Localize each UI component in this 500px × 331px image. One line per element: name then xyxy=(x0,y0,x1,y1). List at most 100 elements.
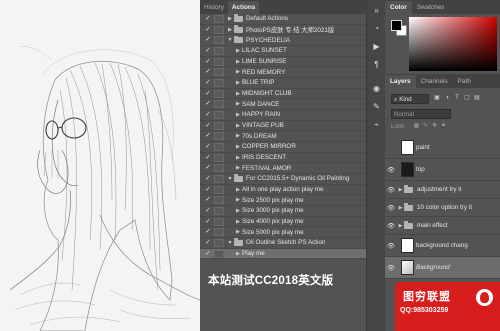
action-row[interactable]: ✓ ▶ Play me xyxy=(200,248,384,260)
chevron-right-icon[interactable]: ▶ xyxy=(234,123,242,129)
blend-mode-select[interactable]: Normal xyxy=(391,109,451,119)
chevron-right-icon[interactable]: ▶ xyxy=(226,16,234,22)
action-row[interactable]: ✓ ▶ MIDNIGHT CLUB xyxy=(200,89,384,100)
toggle-item-checkbox[interactable]: ✓ xyxy=(203,174,213,184)
toggle-dialog-box[interactable] xyxy=(214,174,224,183)
action-row[interactable]: ✓ ▶ 70s DREAM xyxy=(200,131,384,143)
action-row[interactable]: ✓ ▶ VINTAGE PUB xyxy=(200,121,384,132)
paragraph-icon[interactable]: ¶ xyxy=(370,58,383,71)
chevron-right-icon[interactable]: ▶ xyxy=(234,80,242,86)
layer-row[interactable]: paint xyxy=(385,137,500,159)
toggle-item-checkbox[interactable]: ✓ xyxy=(203,153,213,163)
paths-icon[interactable]: ⌁ xyxy=(370,118,383,131)
chevron-down-icon[interactable]: ▼ xyxy=(226,240,234,246)
toggle-dialog-box[interactable] xyxy=(214,206,224,215)
chevron-right-icon[interactable]: ▶ xyxy=(234,101,242,107)
tab-history[interactable]: History xyxy=(200,1,228,14)
document-canvas[interactable] xyxy=(0,0,200,331)
toggle-dialog-box[interactable] xyxy=(214,110,224,119)
action-row[interactable]: ✓ ▶ FESTIVAL AMOR xyxy=(200,163,384,175)
chevron-right-icon[interactable]: ▶ xyxy=(397,187,404,193)
chevron-right-icon[interactable]: ▶ xyxy=(397,223,404,229)
action-set-row[interactable]: ✓ ▶ PhotoPS皮肤 专 结 大师2021版 xyxy=(200,25,384,36)
toggle-dialog-box[interactable] xyxy=(214,36,224,45)
chevron-right-icon[interactable]: ▶ xyxy=(226,27,234,33)
toggle-dialog-box[interactable] xyxy=(214,46,224,55)
tab-layers[interactable]: Layers xyxy=(385,75,416,88)
tab-channels[interactable]: Channels xyxy=(416,75,453,88)
chevron-right-icon[interactable]: ▶ xyxy=(234,197,242,203)
lock-paint-icon[interactable]: ✎ xyxy=(422,122,429,130)
toggle-dialog-box[interactable] xyxy=(214,142,224,151)
history-panel-icon[interactable]: ◔ xyxy=(370,22,383,35)
toggle-dialog-box[interactable] xyxy=(214,25,224,34)
chevron-right-icon[interactable]: ▶ xyxy=(234,59,242,65)
chevron-right-icon[interactable]: ▶ xyxy=(234,133,242,139)
chevron-right-icon[interactable]: ▶ xyxy=(234,69,242,75)
toggle-item-checkbox[interactable]: ✓ xyxy=(203,67,213,77)
toggle-dialog-box[interactable] xyxy=(214,153,224,162)
layer-group-row[interactable]: 👁︎ ▶ main effect xyxy=(385,217,500,235)
toggle-dialog-box[interactable] xyxy=(214,164,224,173)
chevron-right-icon[interactable]: ▶ xyxy=(234,219,242,225)
action-row[interactable]: ✓ ▶ SAM DANCE xyxy=(200,99,384,111)
toggle-item-checkbox[interactable]: ✓ xyxy=(203,185,213,195)
action-row[interactable]: ✓ ▶ All in one play action play me xyxy=(200,185,384,196)
toggle-item-checkbox[interactable]: ✓ xyxy=(203,121,213,131)
toggle-dialog-box[interactable] xyxy=(214,249,224,258)
chevron-right-icon[interactable]: ▶ xyxy=(234,155,242,161)
tab-actions[interactable]: Actions xyxy=(227,1,260,14)
eye-icon[interactable]: 👁︎ xyxy=(385,204,397,212)
toggle-dialog-box[interactable] xyxy=(214,14,224,23)
chevron-right-icon[interactable]: ▶ xyxy=(234,112,242,118)
filter-pixel-icon[interactable]: ▣ xyxy=(433,94,441,103)
action-row[interactable]: ✓ ▶ LILAC SUNSET xyxy=(200,46,384,57)
toggle-dialog-box[interactable] xyxy=(214,100,224,109)
chevron-right-icon[interactable]: ▶ xyxy=(234,165,242,171)
action-row[interactable]: ✓ ▶ Size 4000 pix play me xyxy=(200,217,384,228)
adjustments-icon[interactable]: ◉ xyxy=(370,82,383,95)
toggle-item-checkbox[interactable]: ✓ xyxy=(203,25,213,35)
lock-transparent-icon[interactable]: ▦ xyxy=(413,122,420,130)
toggle-dialog-box[interactable] xyxy=(214,185,224,194)
action-set-row[interactable]: ✓ ▼ For CC2015.5+ Dynamic Oil Painting xyxy=(200,174,384,185)
toggle-dialog-box[interactable] xyxy=(214,68,224,77)
toggle-item-checkbox[interactable]: ✓ xyxy=(203,142,213,152)
toggle-dialog-box[interactable] xyxy=(214,196,224,205)
chevron-right-icon[interactable]: ▶ xyxy=(234,251,242,257)
toggle-item-checkbox[interactable]: ✓ xyxy=(203,57,213,67)
action-row[interactable]: ✓ ▶ Size 3000 pix play me xyxy=(200,206,384,217)
toggle-item-checkbox[interactable]: ✓ xyxy=(203,238,213,248)
toggle-item-checkbox[interactable]: ✓ xyxy=(203,110,213,120)
layer-row[interactable]: 👁︎ background chang xyxy=(385,235,500,257)
layer-row[interactable]: 👁︎ top xyxy=(385,159,500,181)
layer-group-row[interactable]: 👁︎ ▶ adjustment try it xyxy=(385,181,500,199)
toggle-dialog-box[interactable] xyxy=(214,121,224,130)
filter-smart-icon[interactable]: ▤ xyxy=(473,94,481,103)
toggle-item-checkbox[interactable]: ✓ xyxy=(203,217,213,227)
filter-adjustment-icon[interactable]: ◑ xyxy=(443,94,451,103)
chevron-right-icon[interactable]: ▶ xyxy=(234,229,242,235)
brush-icon[interactable]: ✎ xyxy=(370,100,383,113)
chevron-right-icon[interactable]: ▶ xyxy=(234,144,242,150)
action-row[interactable]: ✓ ▶ Size 2500 pix play me xyxy=(200,195,384,207)
toggle-dialog-box[interactable] xyxy=(214,238,224,247)
eye-icon[interactable]: 👁︎ xyxy=(385,222,397,230)
action-set-row[interactable]: ✓ ▶ Default Actions xyxy=(200,14,384,25)
chevron-right-icon[interactable]: ▶ xyxy=(234,91,242,97)
eye-icon[interactable]: 👁︎ xyxy=(385,166,397,174)
eye-icon[interactable]: 👁︎ xyxy=(385,186,397,194)
filter-type-icon[interactable]: T xyxy=(453,94,461,103)
chevron-right-icon[interactable]: ▶ xyxy=(234,187,242,193)
actions-play-icon[interactable]: ▶ xyxy=(370,40,383,53)
collapse-arrows-icon[interactable]: » xyxy=(370,4,383,17)
chevron-right-icon[interactable]: ▶ xyxy=(234,48,242,54)
action-row[interactable]: ✓ ▶ LIME SUNRISE xyxy=(200,57,384,68)
action-row[interactable]: ✓ ▶ COPPER MIRROR xyxy=(200,142,384,153)
action-row[interactable]: ✓ ▶ RED MEMORY xyxy=(200,67,384,79)
foreground-color-swatch[interactable] xyxy=(391,20,402,31)
tab-paths[interactable]: Path xyxy=(453,75,476,88)
toggle-item-checkbox[interactable]: ✓ xyxy=(203,46,213,56)
toggle-dialog-box[interactable] xyxy=(214,89,224,98)
toggle-item-checkbox[interactable]: ✓ xyxy=(203,14,213,24)
